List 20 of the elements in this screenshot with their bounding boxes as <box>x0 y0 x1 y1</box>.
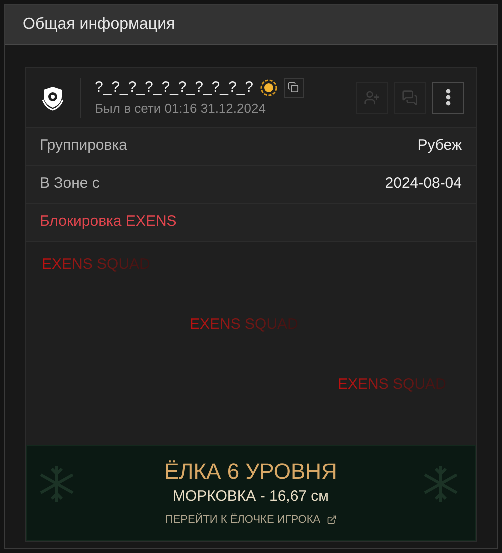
more-button[interactable] <box>432 82 464 114</box>
copy-button[interactable] <box>284 78 304 98</box>
panel-title: Общая информация <box>23 14 176 34</box>
row-value: Рубеж <box>418 136 462 156</box>
block-title: Блокировка EXENS <box>40 212 177 232</box>
last-seen: Был в сети 01:16 31.12.2024 <box>95 100 267 118</box>
add-user-icon <box>364 90 380 106</box>
external-link-icon <box>326 515 337 525</box>
tree-level: ЁЛКА 6 УРОВНЯ <box>164 458 338 486</box>
row-value: 2024-08-04 <box>385 174 462 194</box>
badge-icon <box>260 78 278 97</box>
chat-icon <box>402 90 418 106</box>
carrot-size: МОРКОВКА - 16,67 см <box>173 486 329 507</box>
row-label: Группировка <box>40 136 128 156</box>
shield-icon <box>40 84 66 110</box>
copy-icon <box>288 82 300 94</box>
more-icon <box>446 89 450 106</box>
player-name: ?_?_?_?_?_?_?_?_?_? <box>95 78 254 98</box>
tree-link[interactable]: ПЕРЕЙТИ К ЁЛОЧКЕ ИГРОКА <box>165 512 337 528</box>
row-label: В Зоне с <box>40 174 100 194</box>
